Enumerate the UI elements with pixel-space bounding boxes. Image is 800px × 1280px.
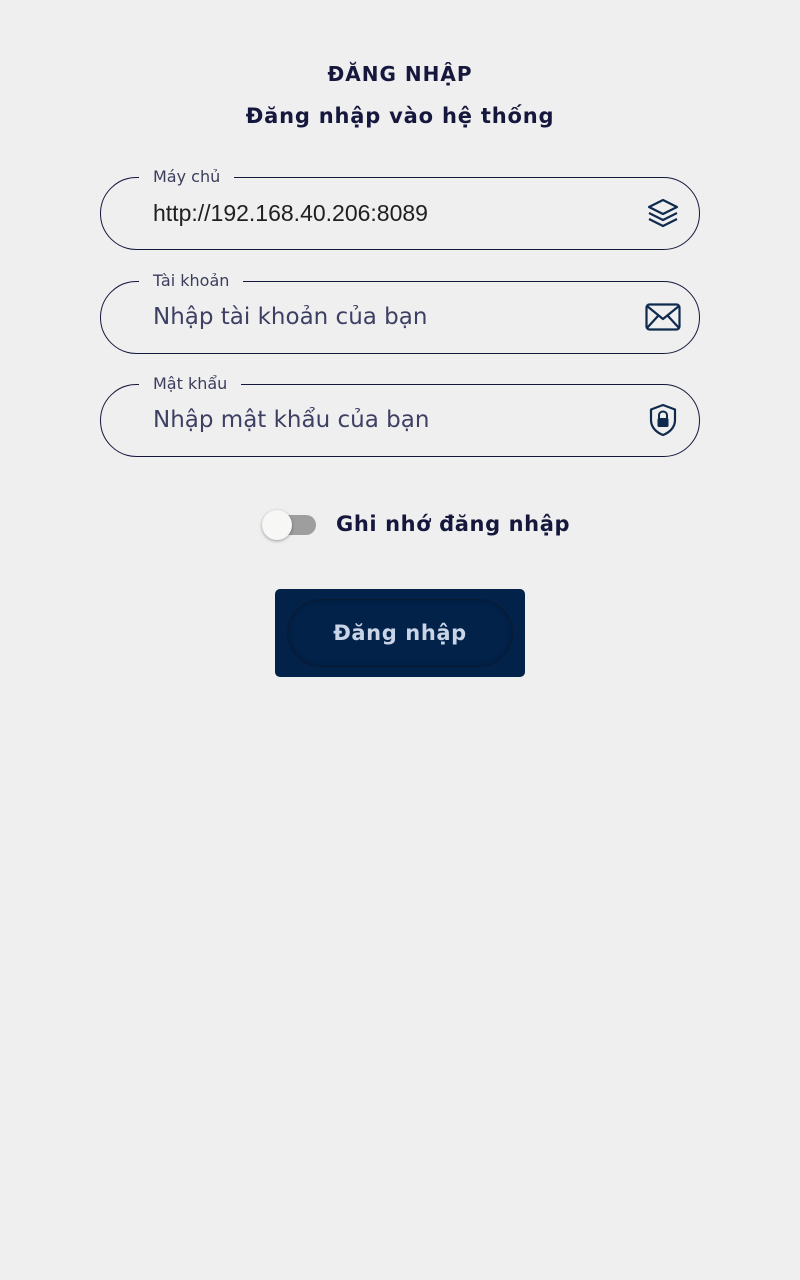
account-input[interactable]: Nhập tài khoản của bạn [153,282,623,352]
server-field[interactable]: Máy chủ http://192.168.40.206:8089 [100,167,700,250]
remember-login-label: Ghi nhớ đăng nhập [336,512,571,536]
remember-login-row[interactable]: Ghi nhớ đăng nhập [262,506,570,542]
account-field[interactable]: Tài khoản Nhập tài khoản của bạn [100,271,700,354]
remember-login-toggle[interactable] [262,507,318,541]
password-input[interactable]: Nhập mật khẩu của bạn [153,385,623,455]
shield-lock-icon [645,402,681,438]
page-subtitle: Đăng nhập vào hệ thống [245,104,555,128]
login-screen: ĐĂNG NHẬP Đăng nhập vào hệ thống Máy chủ… [0,0,800,1280]
page-title: ĐĂNG NHẬP [327,62,473,86]
login-button[interactable]: Đăng nhập [275,589,525,677]
envelope-icon [645,299,681,335]
toggle-thumb[interactable] [262,510,292,540]
login-button-label: Đăng nhập [287,599,513,667]
server-input[interactable]: http://192.168.40.206:8089 [153,178,623,248]
layers-icon [645,195,681,231]
password-field[interactable]: Mật khẩu Nhập mật khẩu của bạn [100,374,700,457]
